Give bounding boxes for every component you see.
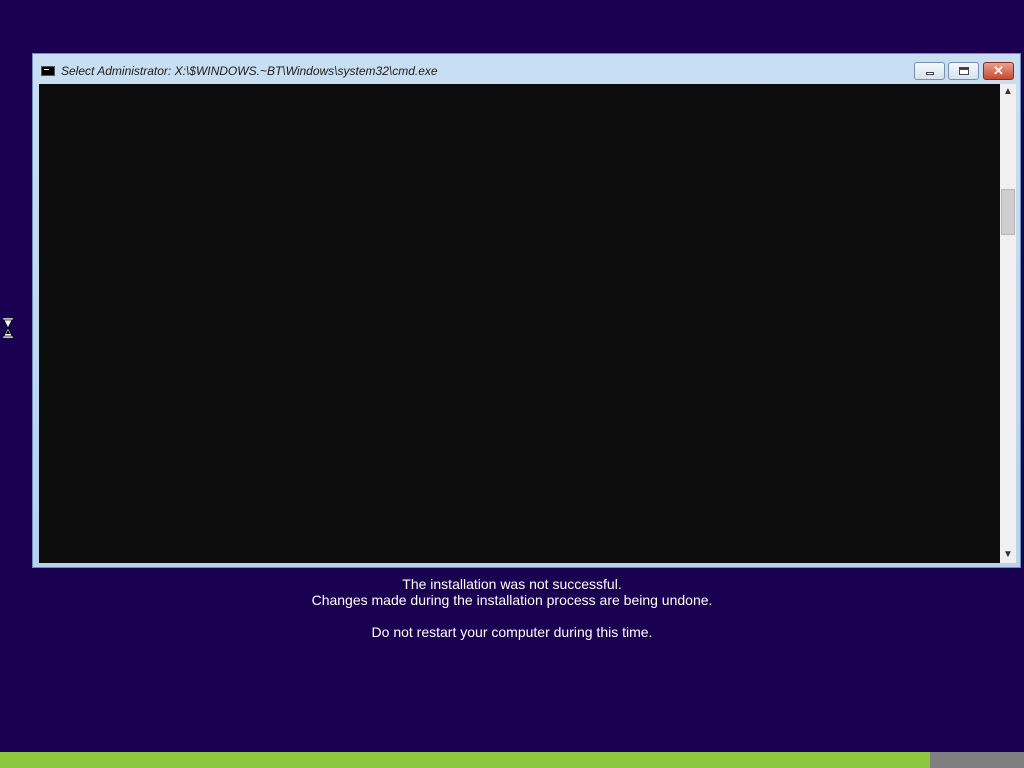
- window-titlebar[interactable]: Select Administrator: X:\$WINDOWS.~BT\Wi…: [33, 54, 1020, 84]
- setup-screen: Select Administrator: X:\$WINDOWS.~BT\Wi…: [0, 0, 1024, 768]
- scroll-up-arrow-icon[interactable]: ▲: [1000, 84, 1016, 100]
- close-icon: ✕: [993, 63, 1004, 78]
- warning-message: Do not restart your computer during this…: [371, 624, 653, 640]
- console-area[interactable]: [39, 84, 1000, 563]
- close-button[interactable]: ✕: [983, 62, 1014, 80]
- vertical-scrollbar[interactable]: ▲ ▼: [1000, 84, 1016, 563]
- hourglass-icon: [3, 318, 13, 338]
- restore-button[interactable]: [948, 62, 979, 80]
- progress-fill: [0, 752, 930, 768]
- cmd-window[interactable]: Select Administrator: X:\$WINDOWS.~BT\Wi…: [32, 53, 1021, 568]
- scroll-thumb[interactable]: [1001, 189, 1015, 235]
- scroll-down-arrow-icon[interactable]: ▼: [1000, 547, 1016, 563]
- console-icon[interactable]: [41, 66, 55, 76]
- error-message: The installation was not successful.: [402, 576, 622, 592]
- status-messages: The installation was not successful. Cha…: [0, 576, 1024, 640]
- progress-bar: [0, 752, 1024, 768]
- window-title: Select Administrator: X:\$WINDOWS.~BT\Wi…: [61, 64, 438, 78]
- rollback-message: Changes made during the installation pro…: [311, 592, 713, 608]
- minimize-button[interactable]: [914, 62, 945, 80]
